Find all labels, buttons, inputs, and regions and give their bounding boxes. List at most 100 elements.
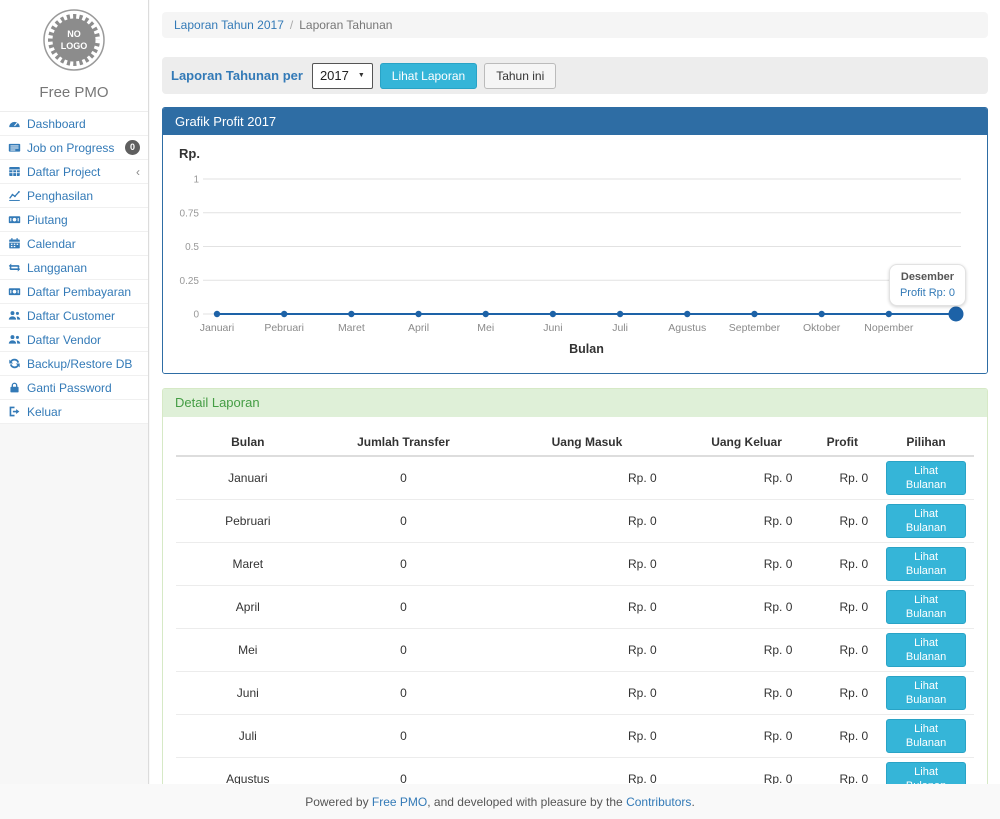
logo-box: NO LOGO Free PMO — [0, 0, 148, 111]
sidebar-item-keluar[interactable]: Keluar — [0, 400, 148, 424]
svg-text:0: 0 — [193, 310, 199, 321]
svg-text:Nopember: Nopember — [864, 322, 914, 334]
users-icon — [8, 309, 21, 322]
sidebar-item-langganan[interactable]: Langganan — [0, 256, 148, 280]
sidebar: NO LOGO Free PMO DashboardJob on Progres… — [0, 0, 149, 784]
sidebar-item-ganti-password[interactable]: Ganti Password — [0, 376, 148, 400]
cell-jumlah_transfer: 0 — [320, 715, 488, 758]
sidebar-item-penghasilan[interactable]: Penghasilan — [0, 184, 148, 208]
lihat-laporan-button[interactable]: Lihat Laporan — [380, 63, 477, 89]
cell-uang_masuk: Rp. 0 — [487, 758, 687, 785]
tahun-ini-button[interactable]: Tahun ini — [484, 63, 556, 89]
cell-uang_keluar: Rp. 0 — [687, 672, 807, 715]
breadcrumb-link-laporan-tahun[interactable]: Laporan Tahun 2017 — [174, 18, 284, 32]
footer-text-middle: , and developed with pleasure by the — [427, 795, 626, 809]
cell-uang_masuk: Rp. 0 — [487, 500, 687, 543]
year-select[interactable]: 2017 ▼ — [312, 63, 373, 89]
sidebar-item-job-on-progress[interactable]: Job on Progress0 — [0, 136, 148, 160]
cell-uang_keluar: Rp. 0 — [687, 543, 807, 586]
caret-down-icon: ▼ — [358, 72, 365, 79]
lihat-bulanan-button[interactable]: Lihat Bulanan — [886, 676, 966, 710]
profit-line-chart[interactable]: 00.250.50.751JanuariPebruariMaretAprilMe… — [163, 135, 987, 373]
cell-jumlah_transfer: 0 — [320, 543, 488, 586]
main-content: Laporan Tahun 2017/Laporan Tahunan Lapor… — [150, 0, 1000, 784]
sidebar-item-daftar-vendor[interactable]: Daftar Vendor — [0, 328, 148, 352]
filter-label: Laporan Tahunan per — [171, 68, 303, 83]
column-header: Uang Masuk — [487, 429, 687, 456]
table-row: April0Rp. 0Rp. 0Rp. 0Lihat Bulanan — [176, 586, 974, 629]
svg-text:Maret: Maret — [338, 322, 365, 334]
cell-jumlah_transfer: 0 — [320, 500, 488, 543]
cell-bulan: Agustus — [176, 758, 320, 785]
sidebar-item-calendar[interactable]: Calendar — [0, 232, 148, 256]
cell-uang_masuk: Rp. 0 — [487, 715, 687, 758]
lock-icon — [8, 381, 21, 394]
cell-bulan: Pebruari — [176, 500, 320, 543]
cell-bulan: Maret — [176, 543, 320, 586]
sidebar-item-daftar-pembayaran[interactable]: Daftar Pembayaran — [0, 280, 148, 304]
footer-link-contributors[interactable]: Contributors — [626, 795, 691, 809]
chevron-left-icon: ‹ — [136, 167, 140, 177]
year-select-value: 2017 — [320, 68, 349, 83]
cell-pilihan: Lihat Bulanan — [878, 456, 974, 500]
money-icon — [8, 285, 21, 298]
money-icon — [8, 213, 21, 226]
sidebar-item-backup-restore-db[interactable]: Backup/Restore DB — [0, 352, 148, 376]
table-icon — [8, 165, 21, 178]
svg-text:LOGO: LOGO — [61, 41, 88, 51]
sidebar-nav: DashboardJob on Progress0Daftar Project‹… — [0, 111, 148, 424]
lihat-bulanan-button[interactable]: Lihat Bulanan — [886, 590, 966, 624]
lihat-bulanan-button[interactable]: Lihat Bulanan — [886, 762, 966, 784]
cell-uang_masuk: Rp. 0 — [487, 586, 687, 629]
cell-uang_masuk: Rp. 0 — [487, 456, 687, 500]
cell-uang_keluar: Rp. 0 — [687, 629, 807, 672]
cell-profit: Rp. 0 — [806, 758, 878, 785]
cell-uang_masuk: Rp. 0 — [487, 629, 687, 672]
chart-panel: Grafik Profit 2017 Rp. 00.250.50.751Janu… — [162, 107, 988, 374]
sidebar-item-piutang[interactable]: Piutang — [0, 208, 148, 232]
cell-profit: Rp. 0 — [806, 500, 878, 543]
cell-uang_masuk: Rp. 0 — [487, 672, 687, 715]
cell-pilihan: Lihat Bulanan — [878, 629, 974, 672]
lihat-bulanan-button[interactable]: Lihat Bulanan — [886, 633, 966, 667]
column-header: Jumlah Transfer — [320, 429, 488, 456]
table-header-row: BulanJumlah TransferUang MasukUang Kelua… — [176, 429, 974, 456]
chart-line-icon — [8, 189, 21, 202]
sidebar-item-label: Ganti Password — [27, 381, 112, 395]
footer-text-suffix: . — [691, 795, 694, 809]
table-row: Agustus0Rp. 0Rp. 0Rp. 0Lihat Bulanan — [176, 758, 974, 785]
svg-text:Juli: Juli — [612, 322, 628, 334]
chart-tooltip-value: Profit Rp: 0 — [900, 287, 955, 299]
filter-bar: Laporan Tahunan per 2017 ▼ Lihat Laporan… — [162, 57, 988, 94]
cell-bulan: Mei — [176, 629, 320, 672]
sidebar-item-daftar-customer[interactable]: Daftar Customer — [0, 304, 148, 328]
sidebar-item-label: Langganan — [27, 261, 87, 275]
footer-text-prefix: Powered by — [305, 795, 372, 809]
cell-uang_keluar: Rp. 0 — [687, 586, 807, 629]
page-footer: Powered by Free PMO, and developed with … — [0, 784, 1000, 819]
table-body: Januari0Rp. 0Rp. 0Rp. 0Lihat BulananPebr… — [176, 456, 974, 784]
sidebar-item-dashboard[interactable]: Dashboard — [0, 112, 148, 136]
lihat-bulanan-button[interactable]: Lihat Bulanan — [886, 547, 966, 581]
cell-uang_keluar: Rp. 0 — [687, 715, 807, 758]
cell-jumlah_transfer: 0 — [320, 672, 488, 715]
no-logo-badge-icon: NO LOGO — [42, 8, 106, 72]
cell-pilihan: Lihat Bulanan — [878, 500, 974, 543]
detail-panel: Detail Laporan BulanJumlah TransferUang … — [162, 388, 988, 784]
lihat-bulanan-button[interactable]: Lihat Bulanan — [886, 504, 966, 538]
sidebar-item-label: Job on Progress — [27, 141, 114, 155]
svg-text:0.5: 0.5 — [185, 242, 199, 253]
sidebar-item-label: Keluar — [27, 405, 62, 419]
detail-panel-body: BulanJumlah TransferUang MasukUang Kelua… — [163, 417, 987, 784]
svg-text:Januari: Januari — [200, 322, 234, 334]
cell-bulan: Juli — [176, 715, 320, 758]
sidebar-item-daftar-project[interactable]: Daftar Project‹ — [0, 160, 148, 184]
lihat-bulanan-button[interactable]: Lihat Bulanan — [886, 461, 966, 495]
lihat-bulanan-button[interactable]: Lihat Bulanan — [886, 719, 966, 753]
table-row: Pebruari0Rp. 0Rp. 0Rp. 0Lihat Bulanan — [176, 500, 974, 543]
svg-text:Agustus: Agustus — [668, 322, 706, 334]
footer-link-free-pmo[interactable]: Free PMO — [372, 795, 427, 809]
table-row: Januari0Rp. 0Rp. 0Rp. 0Lihat Bulanan — [176, 456, 974, 500]
cell-jumlah_transfer: 0 — [320, 586, 488, 629]
svg-text:April: April — [408, 322, 429, 334]
